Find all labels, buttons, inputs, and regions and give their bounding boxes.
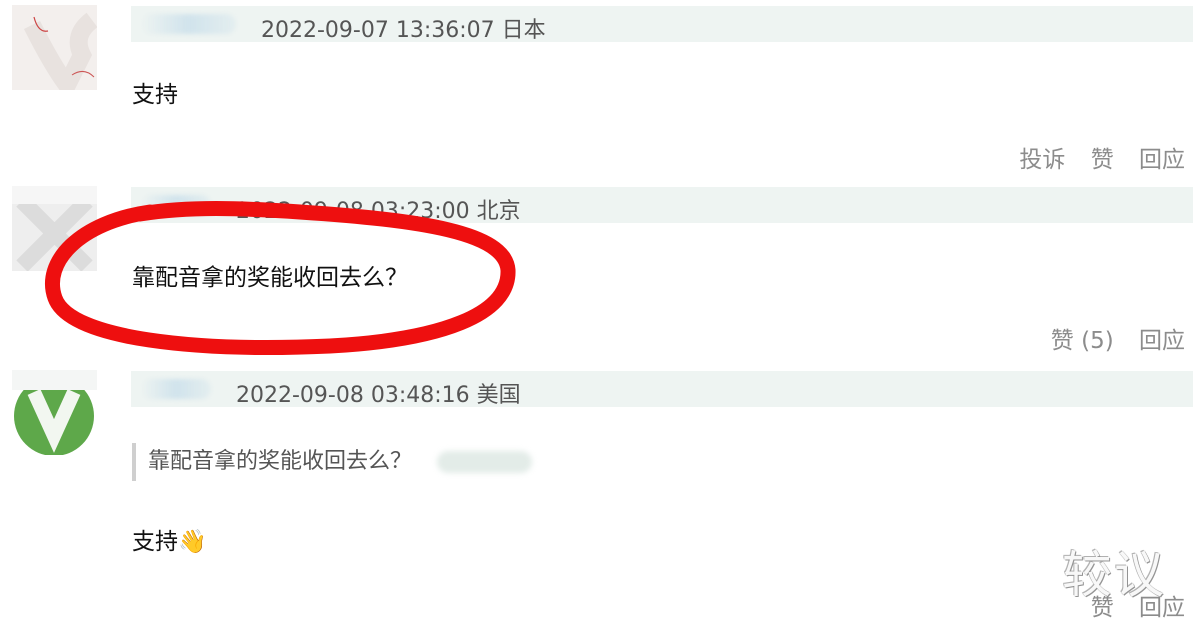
comment-text-body: 支持 [132, 529, 178, 555]
comment-2: 2022-09-08 03:23:00 北京 靠配音拿的奖能收回去么？ 赞 (5… [0, 180, 1193, 370]
quote-author-redacted [437, 451, 533, 473]
location: 北京 [476, 199, 521, 224]
avatar[interactable] [12, 186, 97, 271]
timestamp: 2022-09-08 03:23:00 [236, 199, 470, 224]
location: 日本 [501, 18, 546, 43]
like-button[interactable]: 赞 [1091, 595, 1114, 621]
avatar[interactable] [12, 370, 97, 455]
avatar[interactable] [12, 5, 97, 90]
quote-text: 靠配音拿的奖能收回去么？ [148, 449, 413, 474]
report-button[interactable]: 投诉 [1019, 147, 1065, 173]
quoted-comment: 靠配音拿的奖能收回去么？ [132, 443, 533, 481]
comment-3: 2022-09-08 03:48:16 美国 靠配音拿的奖能收回去么？ 支持👋 … [0, 370, 1193, 629]
reply-button[interactable]: 回应 [1139, 595, 1185, 621]
comment-actions: 投诉 赞 回应 [1001, 140, 1185, 174]
comment-text: 支持👋 [132, 522, 207, 556]
like-button[interactable]: 赞 (5) [1051, 328, 1114, 354]
timestamp: 2022-09-08 03:48:16 [236, 383, 470, 408]
comment-header: 2022-09-08 03:48:16 美国 [131, 371, 1193, 409]
comment-meta: 2022-09-08 03:48:16 美国 [236, 377, 521, 409]
wave-hand-icon: 👋 [178, 529, 207, 555]
comment-header: 2022-09-08 03:23:00 北京 [131, 187, 1193, 225]
location: 美国 [476, 383, 521, 408]
comment-header: 2022-09-07 13:36:07 日本 [131, 6, 1193, 44]
comment-meta: 2022-09-08 03:23:00 北京 [236, 193, 521, 225]
timestamp: 2022-09-07 13:36:07 [261, 18, 495, 43]
comment-meta: 2022-09-07 13:36:07 日本 [261, 12, 546, 44]
comment-text: 支持 [132, 82, 178, 108]
reply-button[interactable]: 回应 [1139, 147, 1185, 173]
comment-text: 靠配音拿的奖能收回去么？ [132, 265, 408, 291]
username-redacted [141, 195, 211, 215]
like-button[interactable]: 赞 [1091, 147, 1114, 173]
username-redacted [141, 379, 211, 399]
comment-1: 2022-09-07 13:36:07 日本 支持 投诉 赞 回应 [0, 0, 1193, 180]
reply-button[interactable]: 回应 [1139, 328, 1185, 354]
username-redacted [141, 14, 236, 34]
comment-actions: 赞 回应 [1073, 588, 1185, 622]
comment-actions: 赞 (5) 回应 [1033, 321, 1185, 355]
